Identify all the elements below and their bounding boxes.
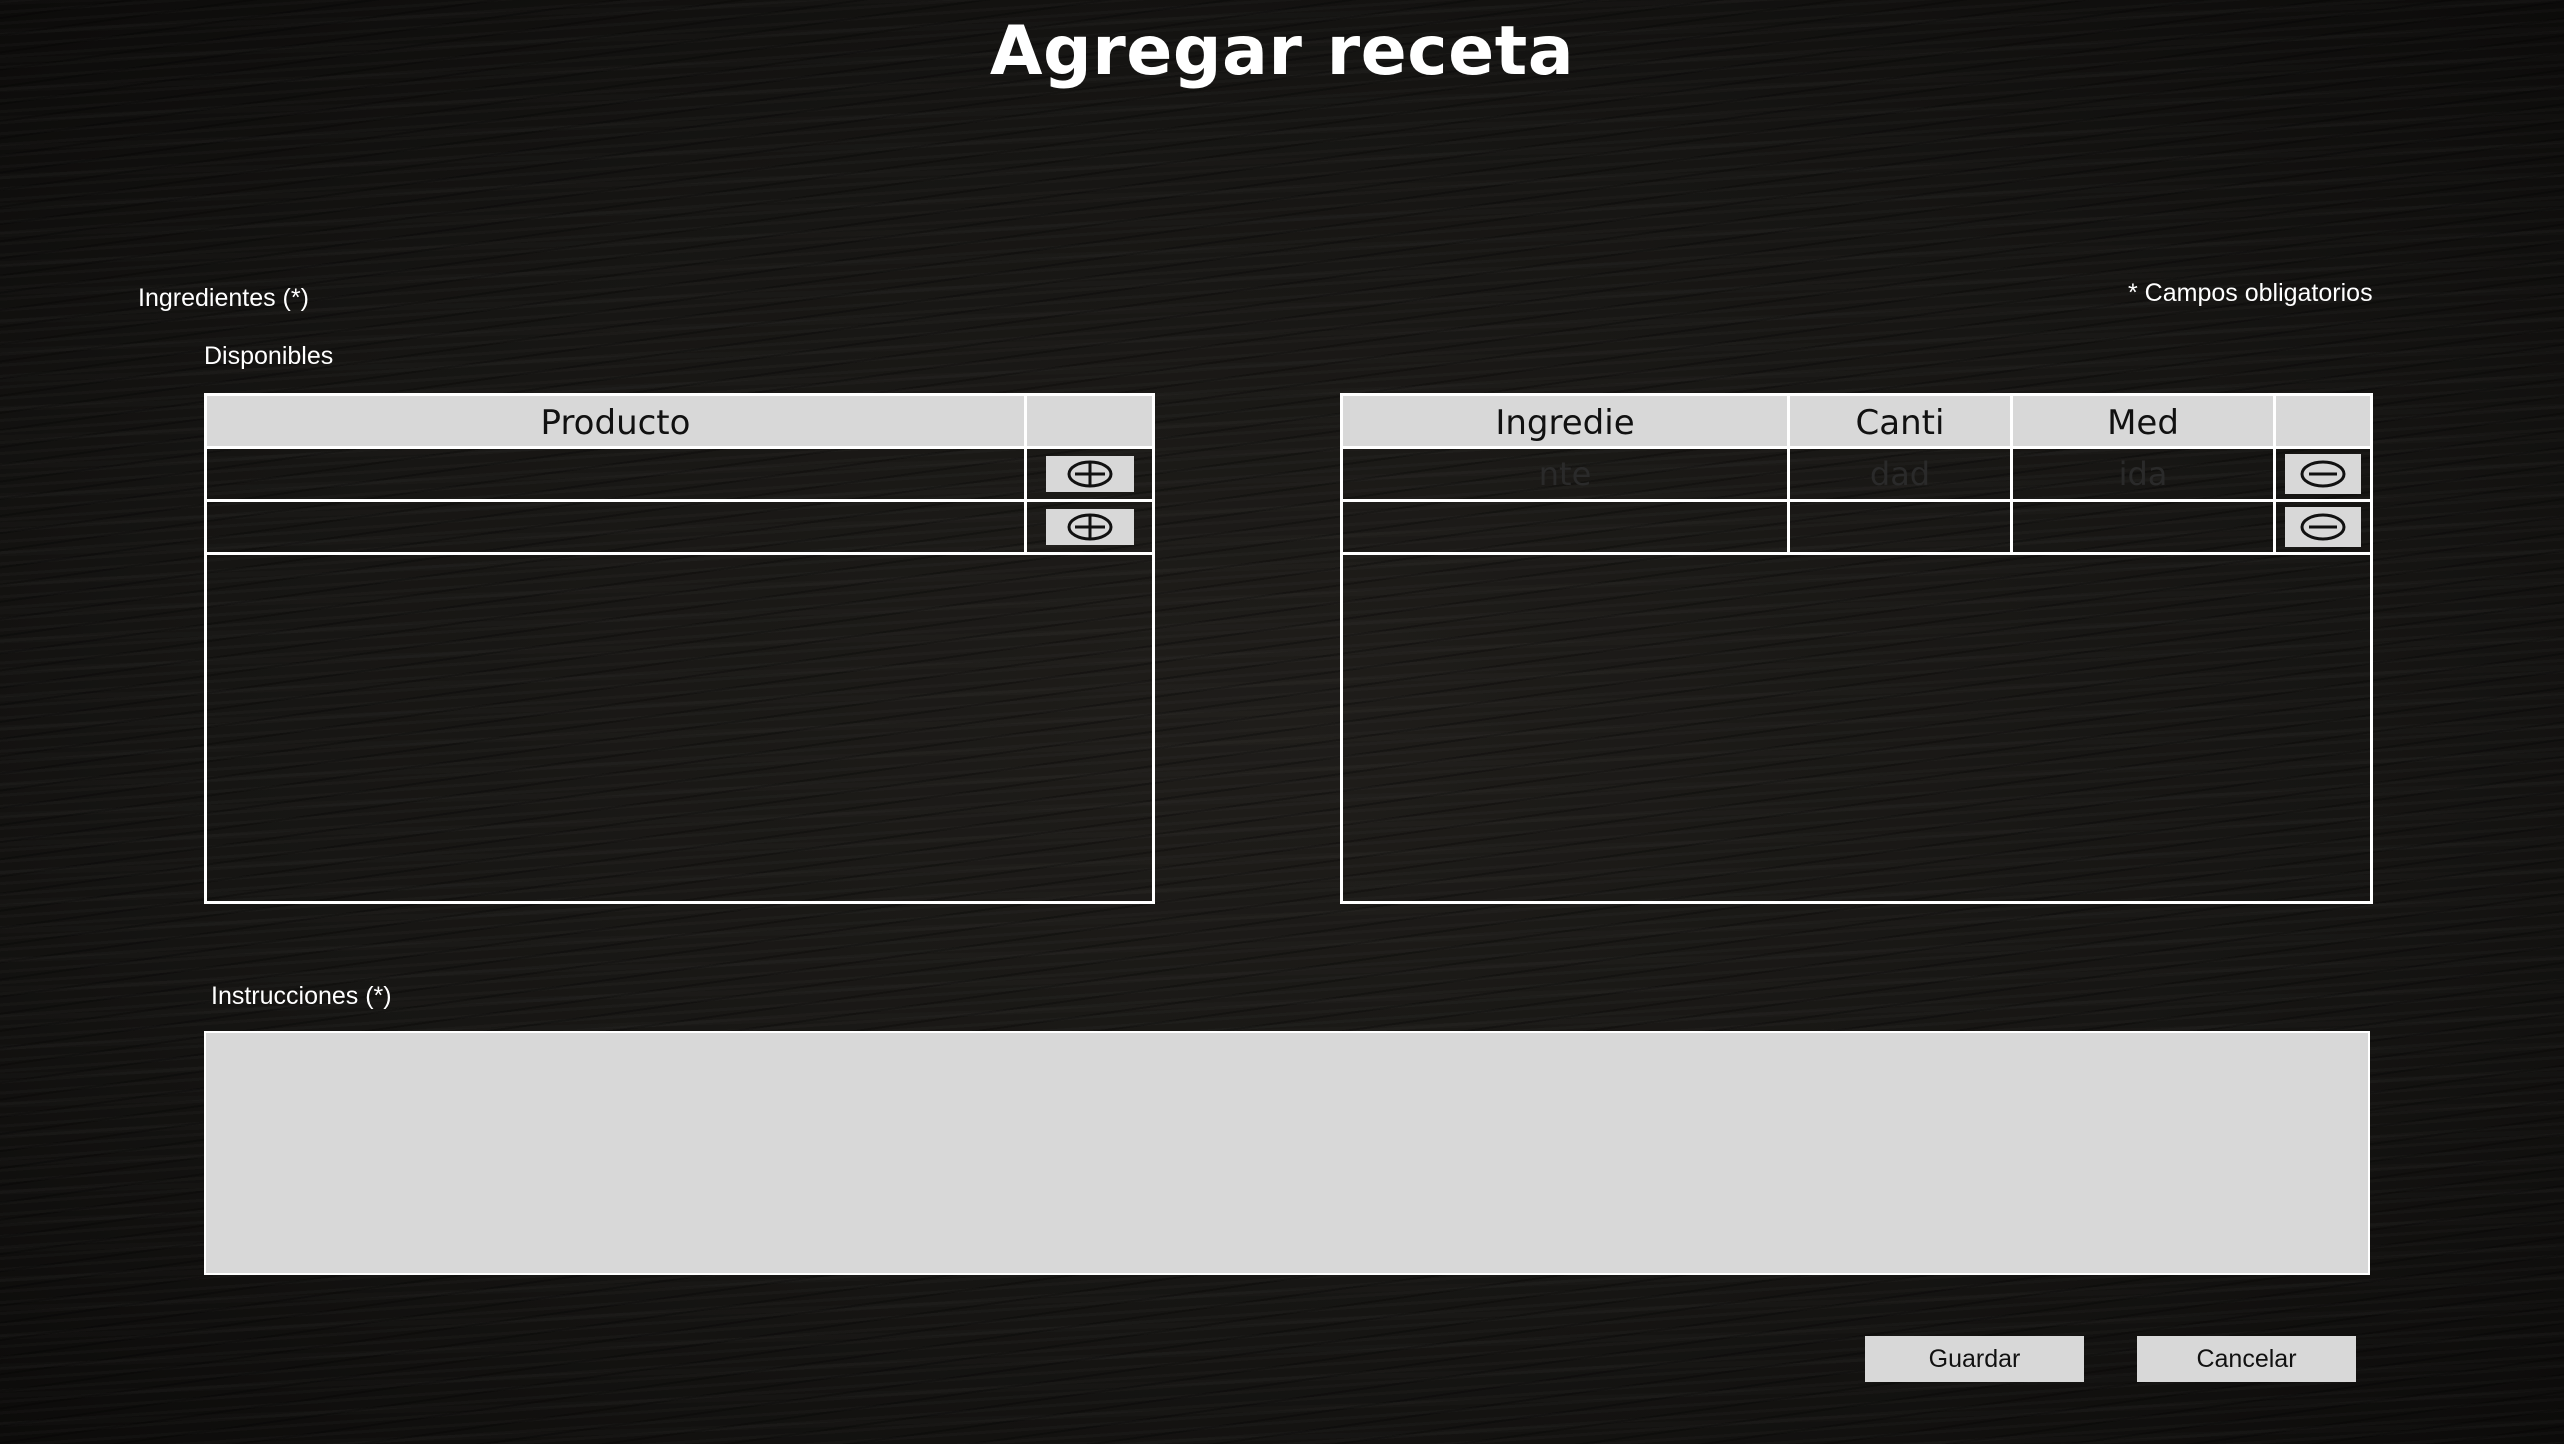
plus-circle-icon	[1067, 460, 1112, 488]
column-header-producto: Producto	[204, 393, 1027, 449]
available-table: Producto	[204, 393, 1155, 555]
cantidad-cell[interactable]: dad	[1787, 446, 2013, 502]
ingrediente-cell[interactable]: nte	[1340, 446, 1790, 502]
table-row	[204, 446, 1155, 502]
column-header-cantidad: Canti	[1787, 393, 2013, 449]
ingrediente-cell[interactable]	[1340, 499, 1790, 555]
available-table-header: Producto	[204, 393, 1155, 449]
cancel-button[interactable]: Cancelar	[2137, 1336, 2356, 1382]
column-header-ingrediente: Ingredie	[1340, 393, 1790, 449]
table-row: nte dad ida	[1340, 446, 2373, 502]
page-title: Agregar receta	[989, 12, 1575, 91]
add-ingredient-button[interactable]	[1045, 509, 1134, 545]
available-label: Disponibles	[204, 342, 334, 370]
ingredients-table-header: Ingredie Canti Med	[1340, 393, 2373, 449]
minus-circle-icon	[2300, 513, 2346, 541]
column-header-action	[1024, 393, 1155, 449]
medida-cell[interactable]	[2010, 499, 2276, 555]
table-row	[204, 499, 1155, 555]
producto-cell[interactable]	[204, 499, 1027, 555]
save-button[interactable]: Guardar	[1865, 1336, 2084, 1382]
producto-cell[interactable]	[204, 446, 1027, 502]
remove-ingredient-button[interactable]	[2285, 454, 2361, 494]
ingredients-label: Ingredientes (*)	[138, 284, 309, 312]
column-header-action	[2273, 393, 2373, 449]
column-header-medida: Med	[2010, 393, 2276, 449]
required-fields-note: * Campos obligatorios	[2128, 279, 2373, 307]
minus-circle-icon	[2300, 460, 2346, 488]
ingredients-table: Ingredie Canti Med nte dad ida	[1340, 393, 2373, 555]
plus-circle-icon	[1067, 513, 1112, 541]
remove-ingredient-button[interactable]	[2285, 507, 2361, 547]
instructions-textarea[interactable]	[204, 1031, 2370, 1275]
medida-cell[interactable]: ida	[2010, 446, 2276, 502]
cantidad-cell[interactable]	[1787, 499, 2013, 555]
instructions-label: Instrucciones (*)	[211, 982, 392, 1010]
table-row	[1340, 499, 2373, 555]
add-ingredient-button[interactable]	[1045, 456, 1134, 492]
